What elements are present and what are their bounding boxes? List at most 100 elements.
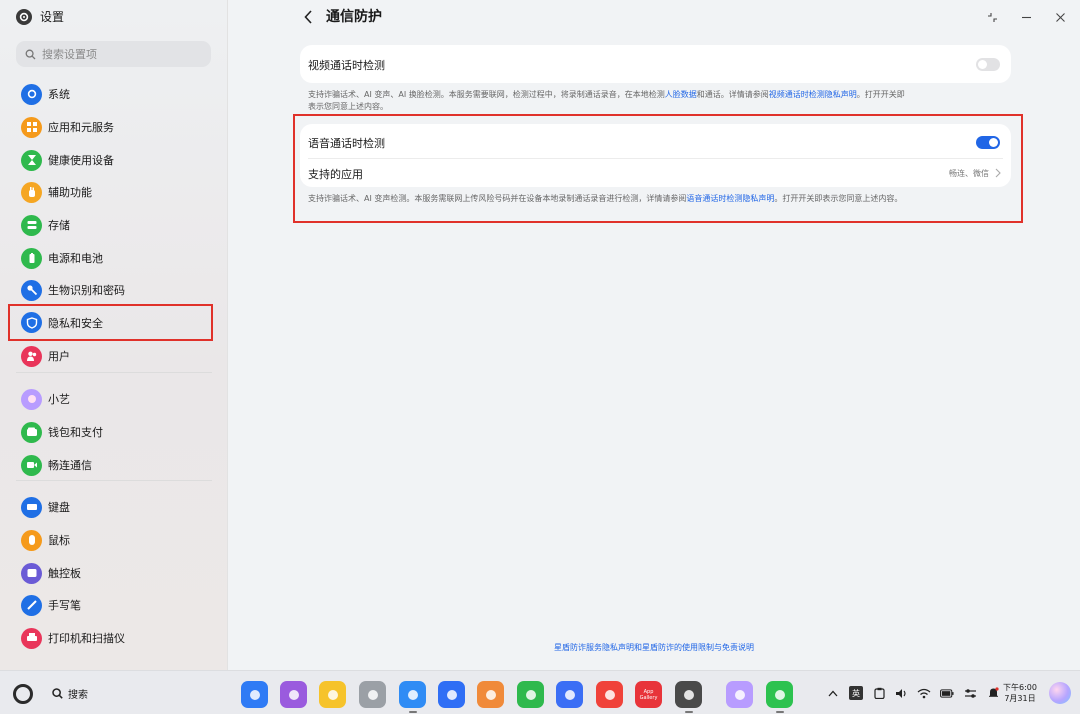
app-gallery-icon[interactable]: App Gallery — [635, 681, 662, 708]
footer-privacy-link[interactable]: 星盾防诈服务隐私声明和星盾防诈的使用限制与免责说明 — [228, 642, 1080, 653]
sidebar-item-battery[interactable]: 电源和电池 — [12, 244, 212, 272]
sidebar-item-shield[interactable]: 隐私和安全 — [8, 304, 213, 341]
sidebar-item-touchpad[interactable]: 触控板 — [12, 559, 212, 587]
sidebar-item-label: 用户 — [48, 350, 70, 363]
clock[interactable]: 下午6:00 7月31日 — [1003, 682, 1037, 704]
user-icon — [21, 345, 42, 367]
top-bar: 通信防护 — [228, 0, 1080, 36]
clipboard-icon[interactable] — [872, 686, 886, 700]
taskbar: 搜索 App Gallery 英 下午6:00 7月31日 — [0, 670, 1080, 714]
sidebar-item-video-call[interactable]: 畅连通信 — [12, 451, 212, 479]
chevron-up-icon — [828, 690, 838, 696]
sidebar-item-label: 小艺 — [48, 393, 70, 406]
tray-expand-button[interactable] — [826, 686, 840, 700]
browser-icon[interactable] — [399, 681, 426, 708]
multitask-icon[interactable] — [280, 681, 307, 708]
sidebar-item-label: 存储 — [48, 219, 70, 232]
clock-time: 下午6:00 — [1003, 683, 1037, 692]
messages-icon[interactable] — [517, 681, 544, 708]
settings-window: 设置 系统应用和元服务健康使用设备辅助功能存储电源和电池生物识别和密码隐私和安全… — [0, 0, 1080, 670]
sidebar-item-gear[interactable]: 系统 — [12, 80, 212, 108]
taskbar-search[interactable]: 搜索 — [52, 686, 88, 701]
back-button[interactable] — [300, 8, 316, 26]
running-indicator — [685, 711, 693, 713]
sidebar-divider — [16, 480, 212, 481]
settings-icon[interactable] — [675, 681, 702, 708]
close-icon — [1055, 12, 1065, 22]
sidebar-item-label: 手写笔 — [48, 599, 81, 612]
sidebar-item-user[interactable]: 用户 — [12, 342, 212, 370]
xiaoyi-assistant-icon[interactable] — [1049, 682, 1071, 704]
mail-icon[interactable] — [438, 681, 465, 708]
sidebar-item-label: 键盘 — [48, 501, 70, 514]
sidebar-item-pen[interactable]: 手写笔 — [12, 591, 212, 619]
sidebar-item-label: 系统 — [48, 88, 70, 101]
input-method-button[interactable]: 英 — [849, 686, 863, 700]
running-indicator — [409, 711, 417, 713]
files-folder-icon[interactable] — [319, 681, 346, 708]
books-icon[interactable] — [596, 681, 623, 708]
app-center-icon[interactable] — [241, 681, 268, 708]
clock-date: 7月31日 — [1004, 694, 1036, 703]
search-input[interactable] — [42, 47, 202, 61]
minimize-button[interactable] — [1019, 10, 1033, 24]
chevron-left-icon — [303, 10, 312, 24]
sidebar-item-storage[interactable]: 存储 — [12, 211, 212, 239]
keyboard-icon — [21, 496, 42, 518]
sidebar-item-apps-grid[interactable]: 应用和元服务 — [12, 113, 212, 141]
minimize-icon — [1021, 16, 1031, 18]
sidebar-item-keyboard[interactable]: 键盘 — [12, 493, 212, 521]
control-center-icon[interactable] — [963, 686, 977, 700]
sidebar-item-label: 辅助功能 — [48, 186, 92, 199]
taskbar-search-label: 搜索 — [68, 690, 88, 701]
sidebar-divider — [16, 372, 212, 373]
wechat-icon[interactable] — [766, 681, 793, 708]
xiaoyi-icon[interactable] — [726, 681, 753, 708]
close-button[interactable] — [1053, 10, 1067, 24]
app-gallery-label: App Gallery — [639, 688, 658, 701]
app-title: 设置 — [40, 10, 65, 24]
battery-icon — [21, 247, 42, 269]
sidebar-item-printer[interactable]: 打印机和扫描仪 — [12, 624, 212, 652]
search-box[interactable] — [16, 41, 211, 67]
video-call-detection-label: 视频通话时检测 — [308, 59, 385, 72]
sidebar-item-label: 隐私和安全 — [48, 316, 103, 330]
sidebar-item-hourglass[interactable]: 健康使用设备 — [12, 146, 212, 174]
sidebar-item-mouse[interactable]: 鼠标 — [12, 526, 212, 554]
sidebar-item-key[interactable]: 生物识别和密码 — [12, 276, 212, 304]
pen-icon — [21, 594, 42, 616]
battery-icon[interactable] — [940, 686, 954, 700]
video-privacy-statement-link[interactable]: 视频通话时检测隐私声明 — [769, 90, 857, 99]
video-call-detection-toggle[interactable] — [976, 58, 1000, 71]
printer-icon — [21, 627, 42, 649]
volume-icon[interactable] — [894, 686, 908, 700]
wallet-icon — [21, 421, 42, 443]
face-data-link[interactable]: 人脸数据 — [665, 90, 697, 99]
sidebar-item-label: 健康使用设备 — [48, 154, 114, 167]
notification-bell-icon[interactable] — [986, 686, 1000, 700]
sidebar-item-hand[interactable]: 辅助功能 — [12, 178, 212, 206]
trash-icon[interactable] — [359, 681, 386, 708]
sidebar-item-label: 电源和电池 — [48, 252, 103, 265]
restore-window-button[interactable] — [985, 10, 999, 24]
xiaoyi-orb-icon — [21, 388, 42, 410]
page-title: 通信防护 — [326, 9, 382, 25]
touchpad-icon — [21, 562, 42, 584]
sidebar-item-label: 钱包和支付 — [48, 426, 103, 439]
search-icon — [52, 688, 63, 699]
wifi-icon[interactable] — [917, 686, 931, 700]
sidebar-item-label: 鼠标 — [48, 534, 70, 547]
sidebar-item-label: 触控板 — [48, 567, 81, 580]
sidebar-item-label: 生物识别和密码 — [48, 284, 125, 297]
sidebar-item-wallet[interactable]: 钱包和支付 — [12, 418, 212, 446]
shield-icon — [21, 312, 42, 333]
shrink-icon — [987, 12, 997, 22]
gallery-icon[interactable] — [477, 681, 504, 708]
sidebar-item-label: 打印机和扫描仪 — [48, 632, 125, 645]
video-desc-text-3: 。打开开关即 — [856, 90, 905, 99]
sidebar-item-xiaoyi-orb[interactable]: 小艺 — [12, 385, 212, 413]
highlight-box — [293, 114, 1023, 223]
music-icon[interactable] — [556, 681, 583, 708]
video-call-detection-card: 视频通话时检测 — [300, 45, 1011, 83]
start-button[interactable] — [13, 684, 33, 704]
